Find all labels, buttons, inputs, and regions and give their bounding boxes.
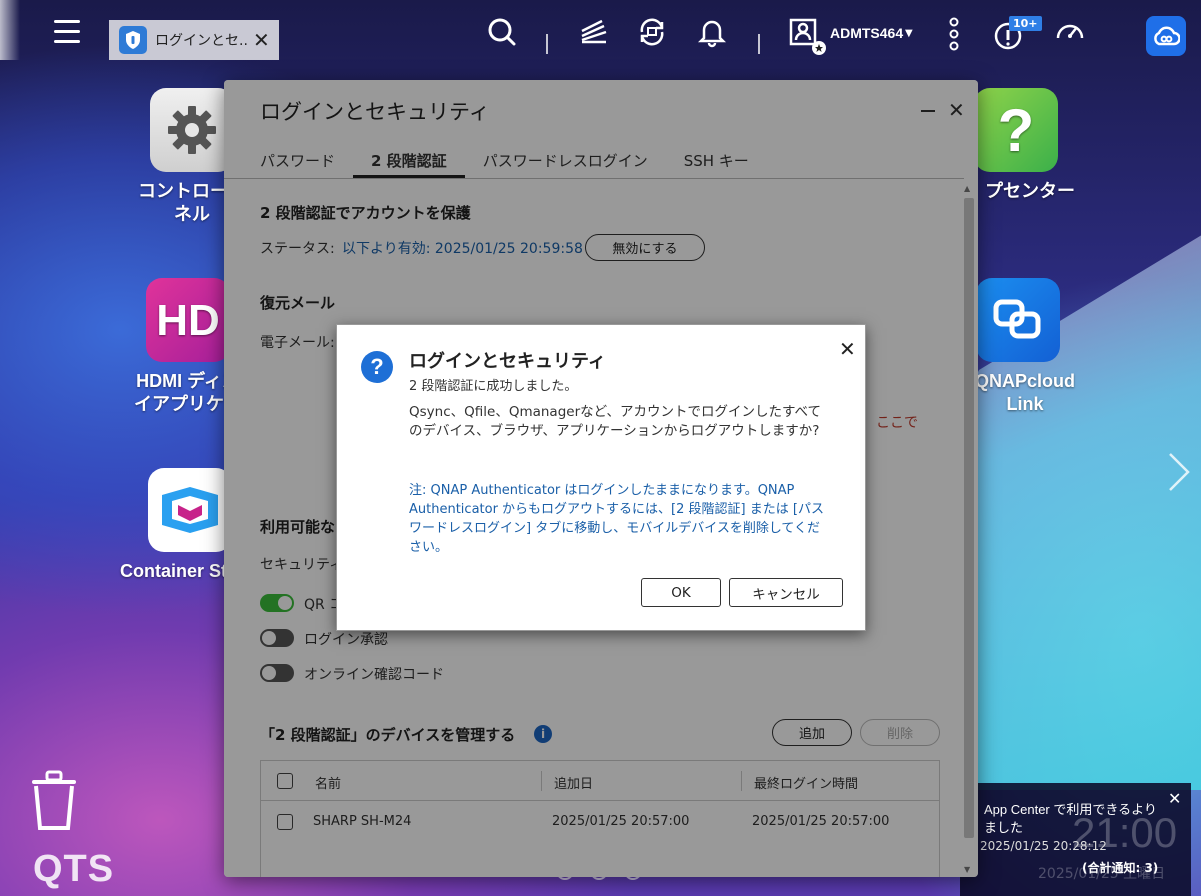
container-icon: [148, 468, 232, 552]
close-icon[interactable]: ✕: [839, 337, 856, 361]
qts-logo: QTS: [33, 848, 115, 890]
notification-time: 2025/01/25 20:28:12: [980, 839, 1107, 853]
ok-button[interactable]: OK: [641, 578, 721, 607]
chevron-down-icon[interactable]: ▼: [905, 28, 913, 39]
close-icon[interactable]: ✕: [253, 28, 270, 52]
user-icon[interactable]: [788, 16, 826, 55]
search-icon[interactable]: [486, 16, 518, 50]
toolbar-separator: [758, 34, 760, 54]
hd-icon: HD: [146, 278, 230, 362]
question-icon: ?: [361, 351, 393, 383]
close-icon[interactable]: ✕: [1168, 789, 1181, 808]
toolbar-separator: [546, 34, 548, 54]
cloud-icon: [1154, 26, 1180, 46]
notification-message: App Center で利用できるよりました: [984, 802, 1157, 835]
trash-icon[interactable]: [30, 770, 78, 836]
dialog-subtitle: 2 段階認証に成功しました。: [409, 379, 578, 394]
top-taskbar: ログインとセ... ✕ ADMTS464 ▼ 10+: [0, 0, 1201, 74]
dialog-title: ログインとセキュリティ: [409, 351, 606, 372]
gear-icon: [150, 88, 234, 172]
cancel-button[interactable]: キャンセル: [729, 578, 843, 607]
question-icon: ?: [974, 88, 1058, 172]
logout-confirm-dialog: ? ログインとセキュリティ ✕ 2 段階認証に成功しました。 Qsync、Qfi…: [336, 324, 866, 631]
background-task-icon[interactable]: [578, 16, 610, 50]
qnapcloud-button[interactable]: [1146, 16, 1186, 56]
notification-count: (合計通知: 3): [1082, 861, 1159, 875]
chevron-right-icon[interactable]: [1166, 450, 1192, 498]
link-icon: [976, 278, 1060, 362]
sync-icon[interactable]: [636, 16, 668, 50]
more-options-icon[interactable]: [944, 16, 976, 51]
taskbar-tab-label: ログインとセ...: [155, 33, 247, 49]
resource-monitor-icon[interactable]: [1054, 16, 1086, 50]
shield-icon: [119, 26, 147, 54]
notification-badge: 10+: [1009, 16, 1042, 31]
main-menu-icon[interactable]: [54, 20, 80, 46]
user-name[interactable]: ADMTS464: [830, 25, 903, 41]
notification-popup[interactable]: 21:00 2025/01/25 土曜日 App Center で利用できるより…: [960, 783, 1191, 896]
dialog-message: Qsync、Qfile、Qmanagerなど、アカウントでログインしたすべてのデ…: [409, 404, 821, 439]
taskbar-tab-login-security[interactable]: ログインとセ... ✕: [109, 20, 279, 60]
bell-icon[interactable]: [696, 16, 728, 50]
dialog-note: 注: QNAP Authenticator はログインしたままになります。QNA…: [409, 483, 824, 555]
